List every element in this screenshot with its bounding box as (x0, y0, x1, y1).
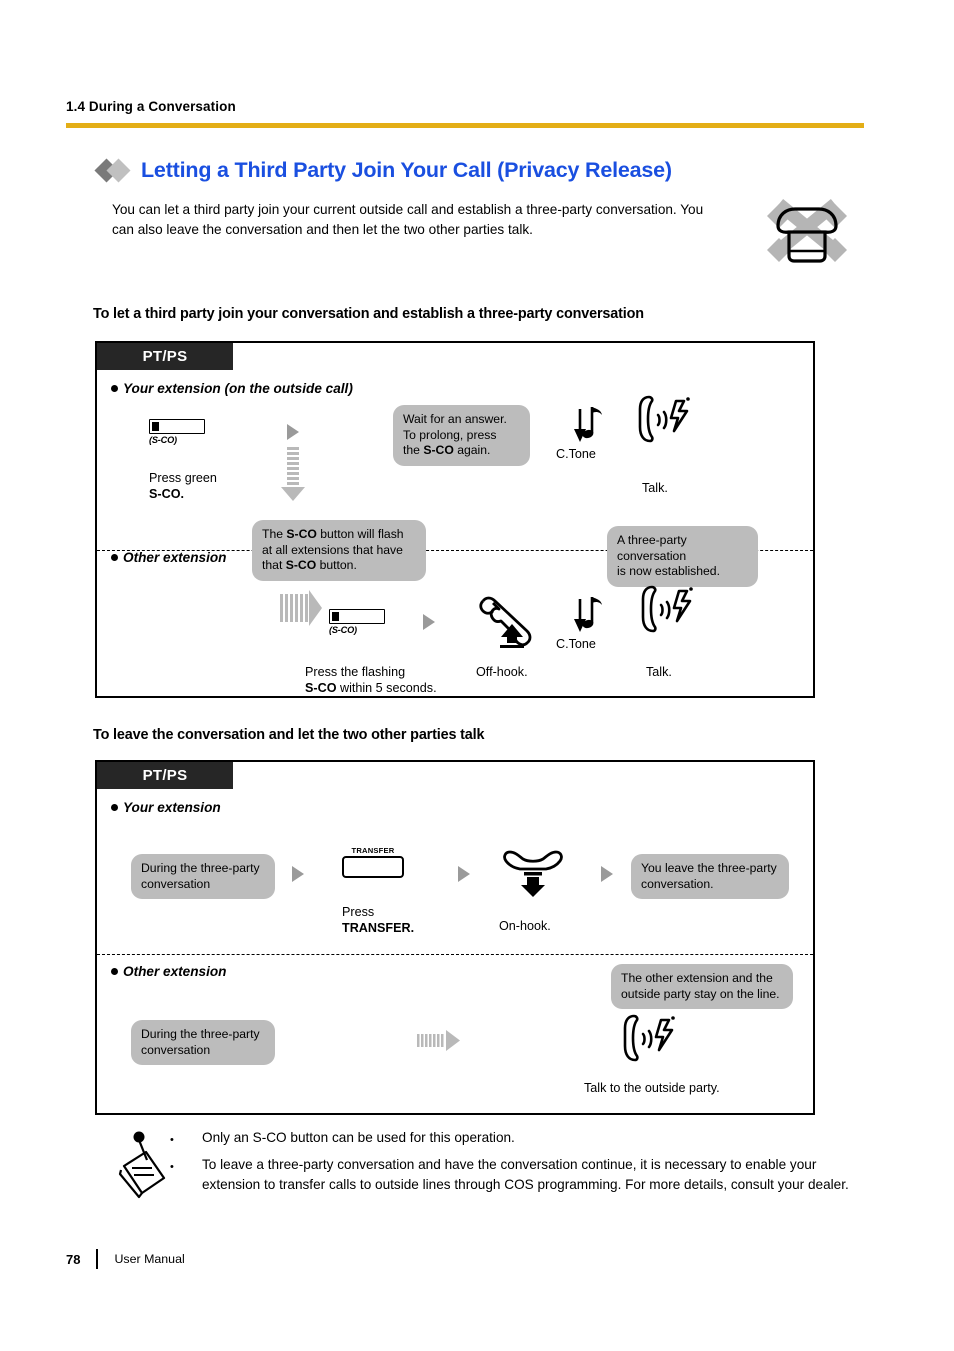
device-tag-ptps-2: PT/PS (97, 762, 233, 789)
flashing-right-arrow-icon (280, 588, 323, 640)
bubble-three-party-established: A three-party conversation is now establ… (607, 526, 758, 587)
flashing-down-arrow-icon (279, 447, 307, 502)
note-item: • To leave a three-party conversation an… (170, 1155, 860, 1195)
page-number: 78 (66, 1251, 81, 1267)
your-extension-label-2: Your extension (111, 800, 221, 815)
note-text: Only an S-CO button can be used for this… (202, 1130, 515, 1145)
notes-list: • Only an S-CO button can be used for th… (170, 1128, 860, 1200)
note-bullet: • (170, 1134, 174, 1146)
document-page: 1.4 During a Conversation Letting a Thir… (0, 0, 954, 1351)
press-green-sco-caption: Press green S-CO. (149, 471, 217, 501)
step-arrow-icon-1 (287, 424, 299, 440)
sco-button-glyph-2: (S-CO) (329, 609, 385, 635)
device-tag-ptps-1: PT/PS (97, 343, 233, 370)
other-extension-label-1: Other extension (111, 550, 227, 565)
page-title: Letting a Third Party Join Your Call (Pr… (94, 158, 672, 183)
confirmation-tone-icon-1 (570, 403, 606, 449)
talk-label-2: Talk. (646, 665, 672, 679)
step-arrow-icon-5 (601, 866, 613, 882)
section2-diagram: PT/PS Your extension During the three-pa… (95, 760, 815, 1115)
sco-button-icon (329, 609, 385, 624)
bubble-during-three-party-1: During the three-party conversation (131, 854, 275, 900)
ctone-label-1: C.Tone (556, 447, 596, 461)
off-hook-icon (479, 593, 543, 649)
footer-label: User Manual (114, 1252, 185, 1266)
step-arrow-icon-4 (458, 866, 470, 882)
note-item: • Only an S-CO button can be used for th… (170, 1128, 860, 1150)
talk-to-outside-party-caption: Talk to the outside party. (584, 1081, 720, 1095)
footer-divider (96, 1249, 99, 1269)
on-hook-label: On-hook. (499, 919, 551, 933)
flashing-right-arrow-icon-2 (417, 1029, 461, 1053)
note-text: To leave a three-party conversation and … (202, 1157, 849, 1192)
step-arrow-icon-2 (423, 614, 435, 630)
single-line-telephone-not-available-icon (765, 198, 849, 270)
section1-diagram: PT/PS Your extension (on the outside cal… (95, 341, 815, 698)
talk-label-1: Talk. (642, 481, 668, 495)
breadcrumb: 1.4 During a Conversation (66, 99, 236, 114)
on-hook-icon (500, 847, 566, 899)
page-footer: 78 User Manual (66, 1249, 185, 1269)
bubble-during-three-party-2: During the three-party conversation (131, 1020, 275, 1066)
bubble-stay-on-line: The other extension and the outside part… (611, 964, 793, 1010)
press-transfer-caption: Press TRANSFER. (342, 905, 415, 935)
section1-heading: To let a third party join your conversat… (93, 306, 644, 322)
bubble-wait-for-answer: Wait for an answer. To prolong, press th… (393, 405, 530, 466)
transfer-button-glyph: TRANSFER (342, 846, 404, 878)
section2-heading: To leave the conversation and let the tw… (93, 727, 485, 743)
transfer-button-icon (342, 856, 404, 878)
talk-handset-icon-2 (641, 583, 699, 637)
off-hook-label: Off-hook. (476, 665, 528, 679)
confirmation-tone-icon-2 (570, 593, 606, 639)
section2-divider (97, 954, 813, 955)
bubble-sco-will-flash: The S-CO button will flash at all extens… (252, 520, 426, 581)
ctone-label-2: C.Tone (556, 637, 596, 651)
other-extension-label-2: Other extension (111, 964, 227, 979)
header-rule (66, 123, 864, 128)
talk-handset-icon-3 (623, 1012, 681, 1066)
press-flashing-sco-caption: Press the flashing S-CO within 5 seconds… (305, 665, 437, 695)
page-title-text: Letting a Third Party Join Your Call (Pr… (141, 158, 672, 182)
sco-button-glyph-1: (S-CO) (149, 419, 205, 445)
sco-button-icon (149, 419, 205, 434)
note-bullet: • (170, 1161, 174, 1173)
bubble-you-leave: You leave the three-party conversation. (631, 854, 789, 900)
your-extension-label-1: Your extension (on the outside call) (111, 381, 353, 396)
note-pen-icon (112, 1128, 174, 1199)
step-arrow-icon-3 (292, 866, 304, 882)
talk-handset-icon-1 (638, 393, 696, 447)
intro-paragraph: You can let a third party join your curr… (112, 202, 704, 237)
